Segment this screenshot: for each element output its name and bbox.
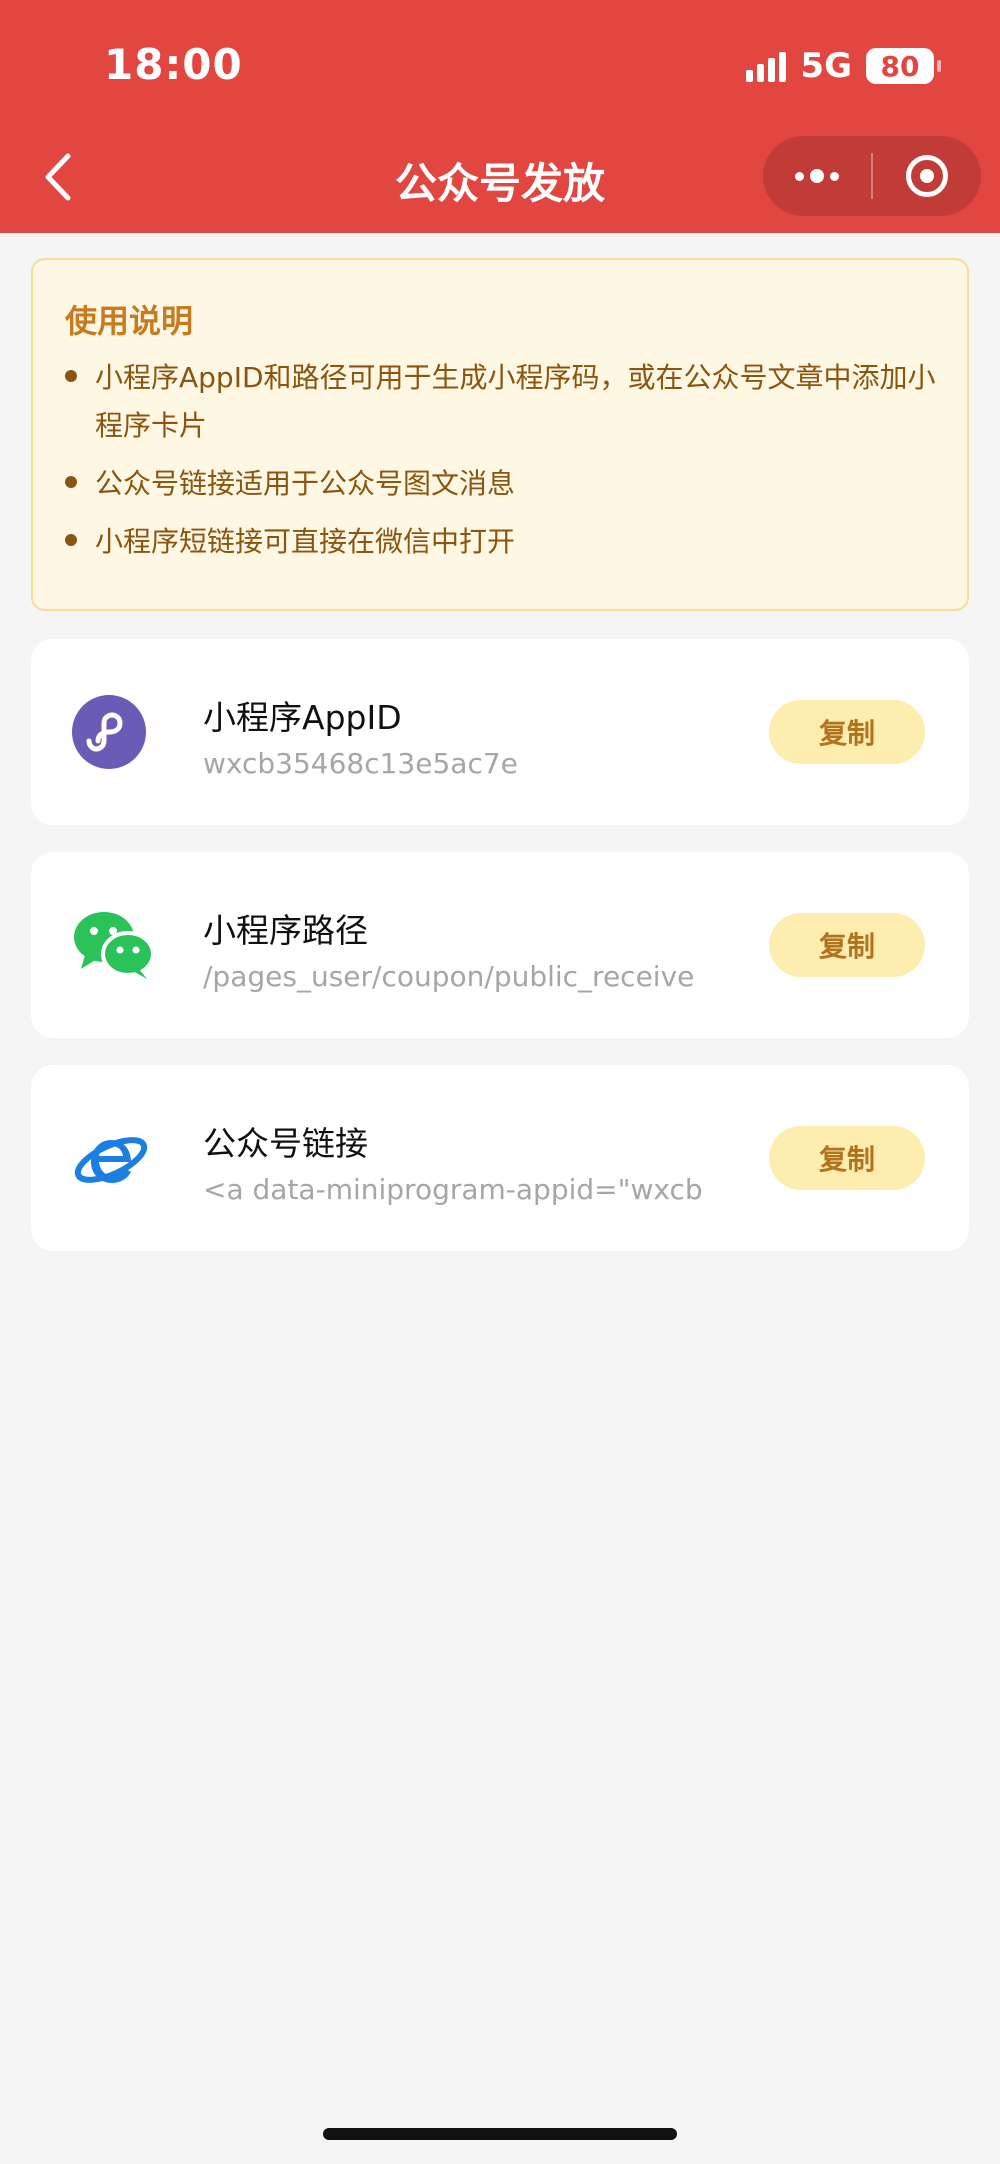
card-value: wxcb35468c13e5ac7e (203, 747, 518, 780)
status-time: 18:00 (104, 40, 243, 89)
capsule-menu (763, 136, 981, 216)
card-value: /pages_user/coupon/public_receive (203, 960, 695, 993)
notice-item-text: 小程序短链接可直接在微信中打开 (95, 525, 516, 558)
card-link: 公众号链接 <a data-miniprogram-appid="wxcb 复制 (31, 1065, 969, 1251)
card-value: <a data-miniprogram-appid="wxcb (203, 1173, 703, 1206)
battery-icon: 80 (866, 48, 941, 84)
target-icon (906, 155, 948, 197)
bullet-icon (65, 534, 77, 546)
header-bar: 18:00 5G 80 公众号发放 (0, 0, 1000, 233)
copy-appid-button[interactable]: 复制 (769, 700, 925, 764)
card-label: 小程序路径 (203, 911, 368, 950)
more-button[interactable] (763, 136, 871, 216)
browser-link-icon (71, 1120, 148, 1196)
network-type: 5G (800, 46, 852, 86)
bullet-icon (65, 370, 77, 382)
battery-level: 80 (880, 49, 920, 83)
notice-item-text: 小程序AppID和路径可用于生成小程序码，或在公众号文章中添加小程序卡片 (95, 361, 936, 442)
more-dots-icon (795, 171, 804, 181)
card-path: 小程序路径 /pages_user/coupon/public_receive … (31, 852, 969, 1038)
home-indicator (323, 2128, 677, 2140)
close-miniprogram-button[interactable] (873, 136, 981, 216)
notice-item: 小程序AppID和路径可用于生成小程序码，或在公众号文章中添加小程序卡片 (65, 354, 937, 450)
notice-item: 公众号链接适用于公众号图文消息 (65, 460, 937, 508)
card-appid: 小程序AppID wxcb35468c13e5ac7e 复制 (31, 639, 969, 825)
notice-item: 小程序短链接可直接在微信中打开 (65, 518, 937, 566)
notice-title: 使用说明 (65, 302, 194, 340)
copy-path-button[interactable]: 复制 (769, 913, 925, 977)
card-label: 公众号链接 (203, 1124, 368, 1163)
usage-notice: 使用说明 小程序AppID和路径可用于生成小程序码，或在公众号文章中添加小程序卡… (31, 258, 969, 611)
copy-link-button[interactable]: 复制 (769, 1126, 925, 1190)
signal-icon (746, 50, 787, 82)
wechat-icon (71, 907, 155, 983)
status-icons: 5G 80 (746, 46, 941, 86)
notice-item-text: 公众号链接适用于公众号图文消息 (95, 467, 516, 500)
mini-program-icon (71, 694, 147, 770)
bullet-icon (65, 476, 77, 488)
card-label: 小程序AppID (203, 698, 402, 737)
